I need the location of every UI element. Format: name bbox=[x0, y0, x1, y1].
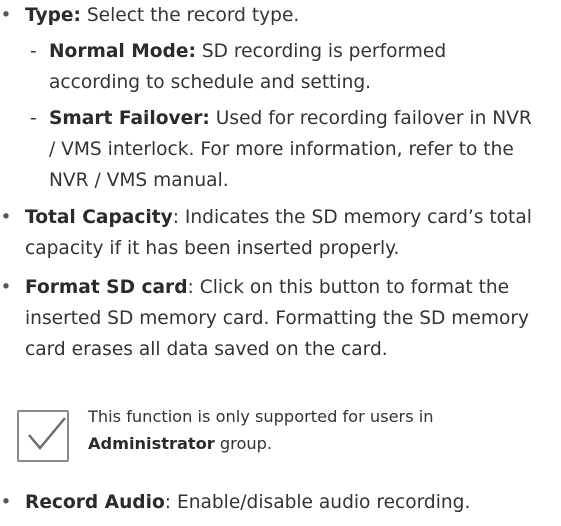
note-admin-label: Administrator bbox=[88, 434, 215, 453]
item-format-sd-card-text2: inserted SD memory card. Formatting the … bbox=[25, 308, 529, 329]
item-total-capacity-label: Total Capacity bbox=[25, 207, 173, 228]
item-type-text: Select the record type. bbox=[80, 5, 300, 26]
item-normal-mode-text1: SD recording is performed bbox=[195, 41, 447, 62]
item-type-label: Type: bbox=[25, 5, 81, 26]
item-total-capacity-text2: capacity if it has been inserted properl… bbox=[25, 238, 400, 259]
item-format-sd-card-label: Format SD card bbox=[25, 277, 188, 298]
item-record-audio-label: Record Audio bbox=[25, 492, 165, 513]
note-line2-rest: group. bbox=[214, 434, 273, 453]
item-smart-failover-text3: NVR / VMS manual. bbox=[49, 170, 229, 191]
dash: - bbox=[30, 108, 37, 129]
item-format-sd-card-text3: card erases all data saved on the card. bbox=[25, 339, 388, 360]
item-smart-failover-text2: / VMS interlock. For more information, r… bbox=[49, 139, 514, 160]
item-normal-mode-label: Normal Mode: bbox=[49, 41, 196, 62]
item-smart-failover-text1: Used for recording failover in NVR bbox=[209, 108, 532, 129]
bullet: • bbox=[0, 5, 12, 26]
item-smart-failover-label: Smart Failover: bbox=[49, 108, 210, 129]
dash: - bbox=[30, 41, 37, 62]
bullet: • bbox=[0, 492, 12, 513]
item-total-capacity-text1: : Indicates the SD memory card’s total bbox=[172, 207, 532, 228]
item-record-audio-text: : Enable/disable audio recording. bbox=[164, 492, 471, 513]
note-line1: This function is only supported for user… bbox=[88, 407, 434, 426]
note-text: This function is only supported for user… bbox=[88, 403, 434, 457]
item-format-sd-card-text1: : Click on this button to format the bbox=[187, 277, 510, 298]
bullet: • bbox=[0, 207, 12, 228]
item-normal-mode-text2: according to schedule and setting. bbox=[49, 72, 372, 93]
bullet: • bbox=[0, 277, 12, 298]
checkmark-icon bbox=[17, 410, 69, 462]
